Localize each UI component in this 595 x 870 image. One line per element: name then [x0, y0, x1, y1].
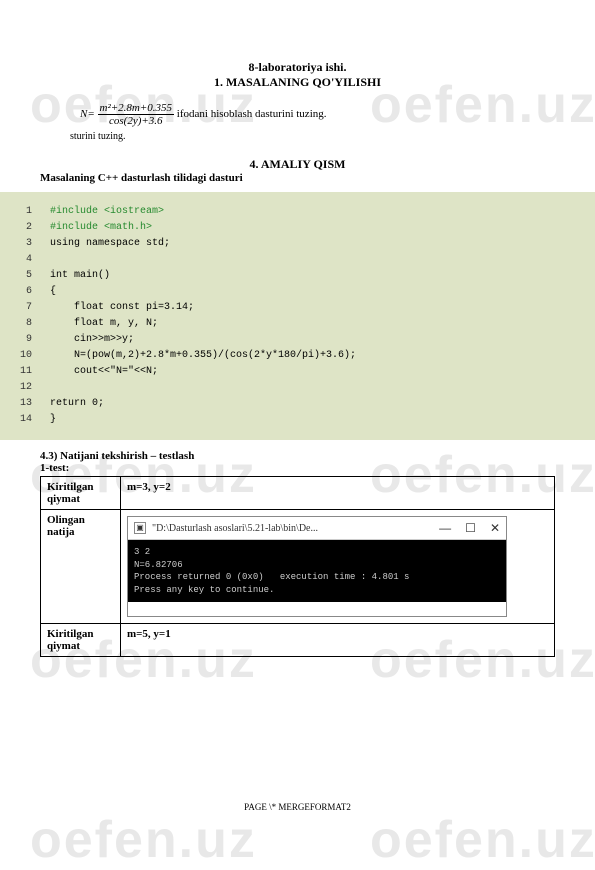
line-number: 10	[20, 348, 50, 364]
line-number: 12	[20, 380, 50, 396]
line-number: 1	[20, 204, 50, 220]
line-number: 5	[20, 268, 50, 284]
table-row: Olingan natija ▣ "D:\Dasturlash asoslari…	[41, 510, 555, 624]
test-1-label: 1-test:	[40, 462, 555, 474]
table-row: Kiritilgan qiymat m=5, y=1	[41, 624, 555, 657]
line-number: 9	[20, 332, 50, 348]
line-number: 2	[20, 220, 50, 236]
code-text: float m, y, N;	[50, 316, 587, 332]
console-line: 3 2	[134, 547, 150, 557]
input-value: m=3, y=2	[121, 477, 555, 510]
watermark: oefen.uz	[30, 810, 257, 870]
code-text: cin>>m>>y;	[50, 332, 587, 348]
formula-lhs: N=	[80, 108, 95, 120]
code-text: cout<<"N="<<N;	[50, 364, 587, 380]
page-footer: PAGE \* MERGEFORMAT2	[0, 802, 595, 812]
formula-denom: cos(2y)+3.6	[98, 115, 175, 127]
console-output: 3 2 N=6.82706 Process returned 0 (0x0) e…	[128, 540, 506, 602]
console-screenshot: ▣ "D:\Dasturlash asoslari\5.21-lab\bin\D…	[127, 516, 507, 617]
close-icon: ✕	[490, 521, 500, 535]
console-line: Process returned 0 (0x0) execution time …	[134, 572, 409, 582]
line-number: 4	[20, 252, 50, 268]
line-number: 6	[20, 284, 50, 300]
line-number: 8	[20, 316, 50, 332]
code-text: return 0;	[50, 396, 587, 412]
code-text: N=(pow(m,2)+2.8*m+0.355)/(cos(2*y*180/pi…	[50, 348, 587, 364]
code-text: {	[50, 284, 587, 300]
input-label: Kiritilgan qiymat	[41, 624, 121, 657]
window-title: "D:\Dasturlash asoslari\5.21-lab\bin\De.…	[152, 523, 439, 534]
line-number: 7	[20, 300, 50, 316]
window-titlebar: ▣ "D:\Dasturlash asoslari\5.21-lab\bin\D…	[128, 517, 506, 540]
table-row: Kiritilgan qiymat m=3, y=2	[41, 477, 555, 510]
code-text: #include <math.h>	[50, 220, 587, 236]
formula-numerator: m²+2.8m+0.355	[98, 102, 175, 115]
lab-title: 8-laboratoriya ishi.	[40, 60, 555, 75]
code-text: using namespace std;	[50, 236, 587, 252]
input-label: Kiritilgan qiymat	[41, 477, 121, 510]
formula: N= m²+2.8m+0.355 cos(2y)+3.6 ifodani his…	[80, 102, 555, 127]
cpp-subtitle: Masalaning C++ dasturlash tilidagi dastu…	[40, 172, 555, 184]
code-text	[50, 380, 587, 396]
line-number: 11	[20, 364, 50, 380]
code-text: float const pi=3.14;	[50, 300, 587, 316]
code-text: int main()	[50, 268, 587, 284]
input-value: m=5, y=1	[121, 624, 555, 657]
code-text: #include <iostream>	[50, 204, 587, 220]
code-text: }	[50, 412, 587, 428]
console-line: Press any key to continue.	[134, 585, 274, 595]
code-block: 1#include <iostream> 2#include <math.h> …	[0, 192, 595, 440]
line-number: 13	[20, 396, 50, 412]
line-number: 14	[20, 412, 50, 428]
minimize-icon: —	[439, 521, 451, 535]
console-line: N=6.82706	[134, 560, 183, 570]
sturini-text: sturini tuzing.	[70, 131, 555, 142]
section-1-title: 1. MASALANING QO'YILISHI	[40, 75, 555, 90]
app-icon: ▣	[134, 522, 146, 534]
output-label: Olingan natija	[41, 510, 121, 624]
watermark: oefen.uz	[370, 810, 595, 870]
output-cell: ▣ "D:\Dasturlash asoslari\5.21-lab\bin\D…	[121, 510, 555, 624]
test-table: Kiritilgan qiymat m=3, y=2 Olingan natij…	[40, 476, 555, 657]
formula-description: ifodani hisoblash dasturini tuzing.	[177, 108, 327, 120]
maximize-icon: ☐	[465, 521, 476, 535]
test-section-title: 4.3) Natijani tekshirish – testlash	[40, 450, 555, 462]
code-text	[50, 252, 587, 268]
window-bottom	[128, 602, 506, 616]
line-number: 3	[20, 236, 50, 252]
section-4-title: 4. AMALIY QISM	[40, 157, 555, 172]
